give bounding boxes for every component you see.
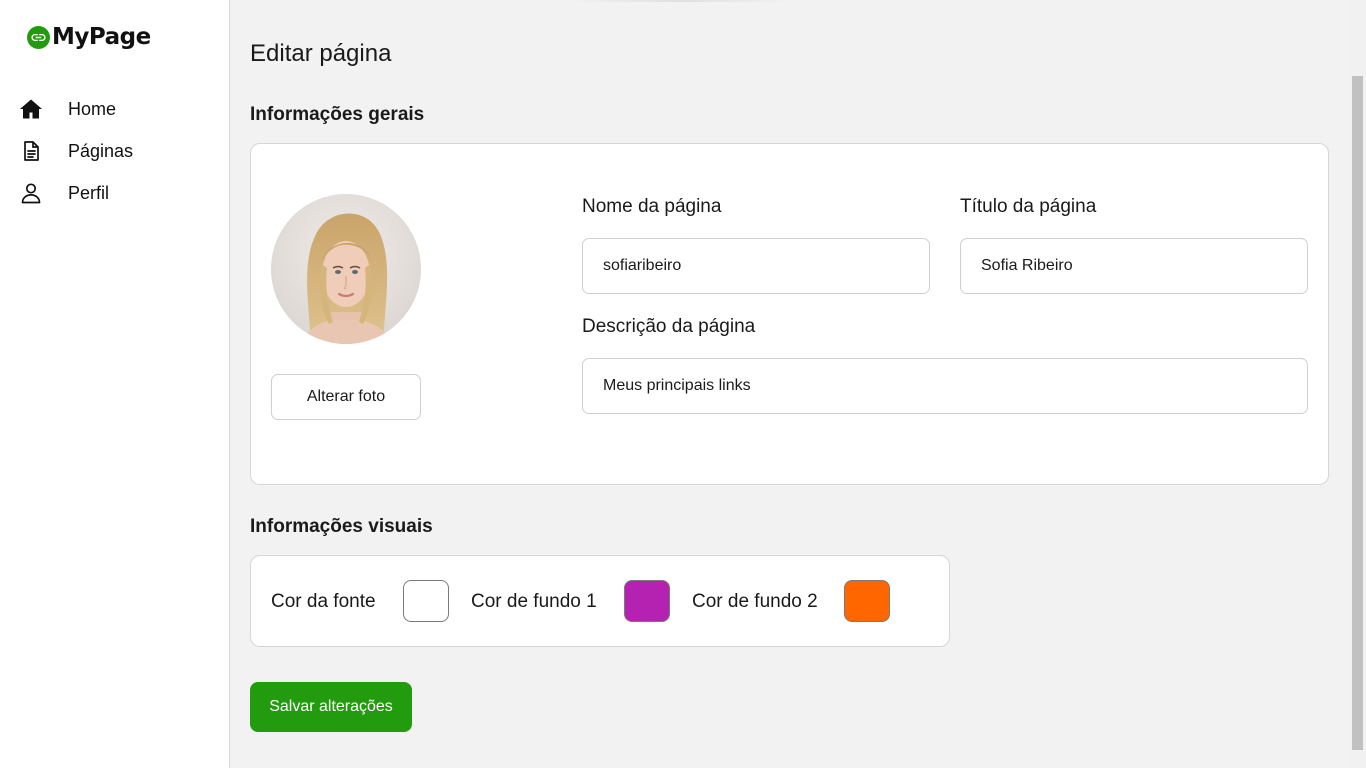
page-title: Editar página (250, 40, 392, 67)
home-icon (19, 97, 43, 121)
person-icon (19, 181, 43, 205)
change-photo-button[interactable]: Alterar foto (271, 374, 421, 420)
sidebar-item-home[interactable]: Home (0, 88, 229, 130)
logo[interactable]: MyPage (27, 24, 151, 50)
scrollbar-thumb[interactable] (1352, 76, 1363, 750)
background-color-2-label: Cor de fundo 2 (692, 591, 818, 612)
sidebar-item-label: Perfil (68, 182, 110, 203)
document-icon (19, 139, 43, 163)
page-name-label: Nome da página (582, 196, 722, 217)
sidebar: MyPage Home Páginas Perfil (0, 0, 230, 768)
sidebar-item-profile[interactable]: Perfil (0, 172, 229, 214)
top-divider (570, 0, 790, 2)
font-color-swatch[interactable] (403, 580, 449, 622)
main-content: Editar página Informações gerais Alterar… (230, 0, 1350, 768)
avatar (271, 194, 421, 344)
link-icon (27, 25, 50, 49)
visual-section-title: Informações visuais (250, 516, 433, 537)
background-color-1-swatch[interactable] (624, 580, 670, 622)
sidebar-item-label: Home (68, 98, 117, 119)
visual-info-card: Cor da fonte Cor de fundo 1 Cor de fundo… (250, 555, 950, 647)
sidebar-item-label: Páginas (68, 140, 134, 161)
save-button[interactable]: Salvar alterações (250, 682, 412, 732)
font-color-label: Cor da fonte (271, 591, 376, 612)
general-info-card: Alterar foto Nome da página Título da pá… (250, 143, 1329, 485)
description-label: Descrição da página (582, 316, 756, 337)
page-title-label: Título da página (960, 196, 1097, 217)
sidebar-item-pages[interactable]: Páginas (0, 130, 229, 172)
logo-text: MyPage (52, 24, 151, 50)
page-title-input[interactable] (960, 238, 1308, 294)
page-name-input[interactable] (582, 238, 930, 294)
sidebar-nav: Home Páginas Perfil (0, 88, 229, 214)
background-color-1-label: Cor de fundo 1 (471, 591, 597, 612)
description-input[interactable] (582, 358, 1308, 414)
vertical-scrollbar[interactable] (1350, 0, 1366, 768)
background-color-2-swatch[interactable] (844, 580, 890, 622)
general-section-title: Informações gerais (250, 104, 425, 125)
